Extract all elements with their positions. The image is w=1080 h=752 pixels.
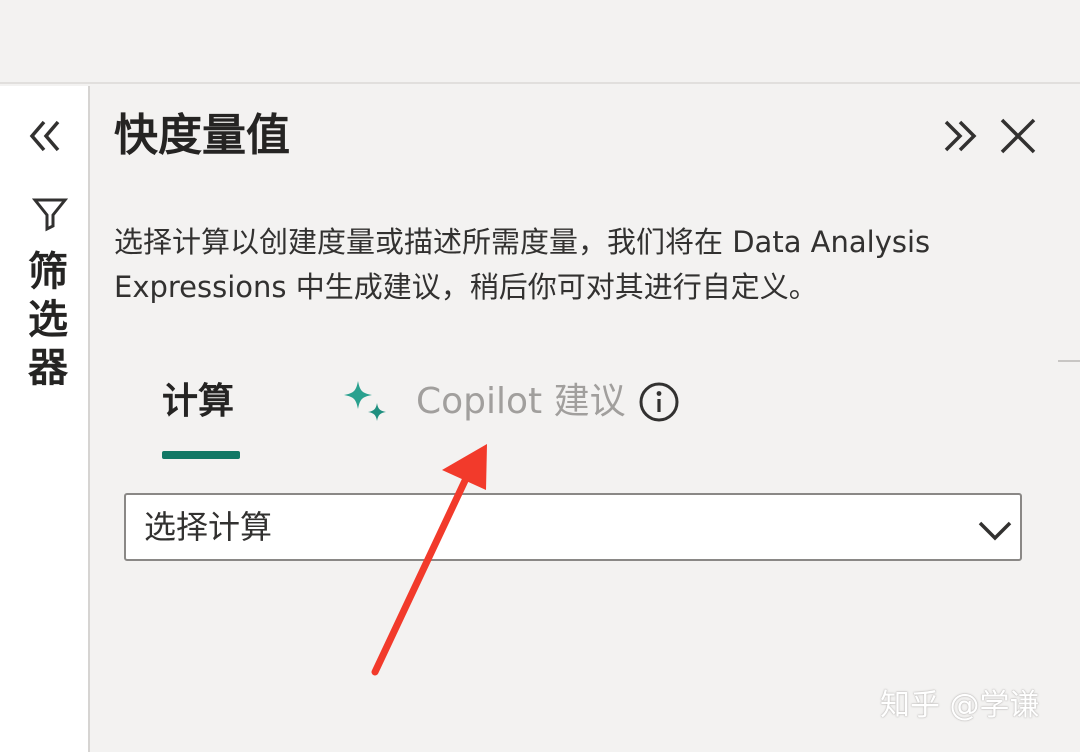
tab-selected-indicator [162, 451, 240, 459]
sparkle-icon [344, 381, 386, 421]
panel-title: 快度量值 [114, 110, 290, 161]
filters-label[interactable]: 筛 选 器 [20, 248, 76, 392]
double-chevron-left-icon[interactable] [26, 116, 66, 156]
info-icon[interactable] [638, 381, 680, 423]
filters-label-char: 选 [28, 297, 68, 343]
panel-description: 选择计算以创建度量或描述所需度量，我们将在 Data Analysis Expr… [114, 225, 931, 304]
chevron-down-icon[interactable] [976, 515, 1014, 545]
tab-calculation[interactable]: 计算 [162, 378, 234, 426]
scrollbar-marker [1058, 360, 1080, 362]
top-toolbar-area [0, 0, 1080, 84]
funnel-icon [32, 198, 68, 232]
tab-copilot-suggestions[interactable]: Copilot 建议 [340, 374, 680, 430]
filters-label-char: 筛 [28, 249, 68, 295]
filters-label-char: 器 [28, 345, 68, 391]
close-icon[interactable] [996, 114, 1040, 158]
watermark: 知乎 @学谦 [880, 688, 1040, 723]
tab-copilot-label: Copilot 建议 [416, 381, 626, 422]
filters-pane[interactable] [0, 86, 90, 752]
calculation-select[interactable]: 选择计算 [124, 493, 1022, 561]
double-chevron-right-icon[interactable] [940, 114, 984, 158]
calculation-select-value: 选择计算 [144, 508, 273, 546]
